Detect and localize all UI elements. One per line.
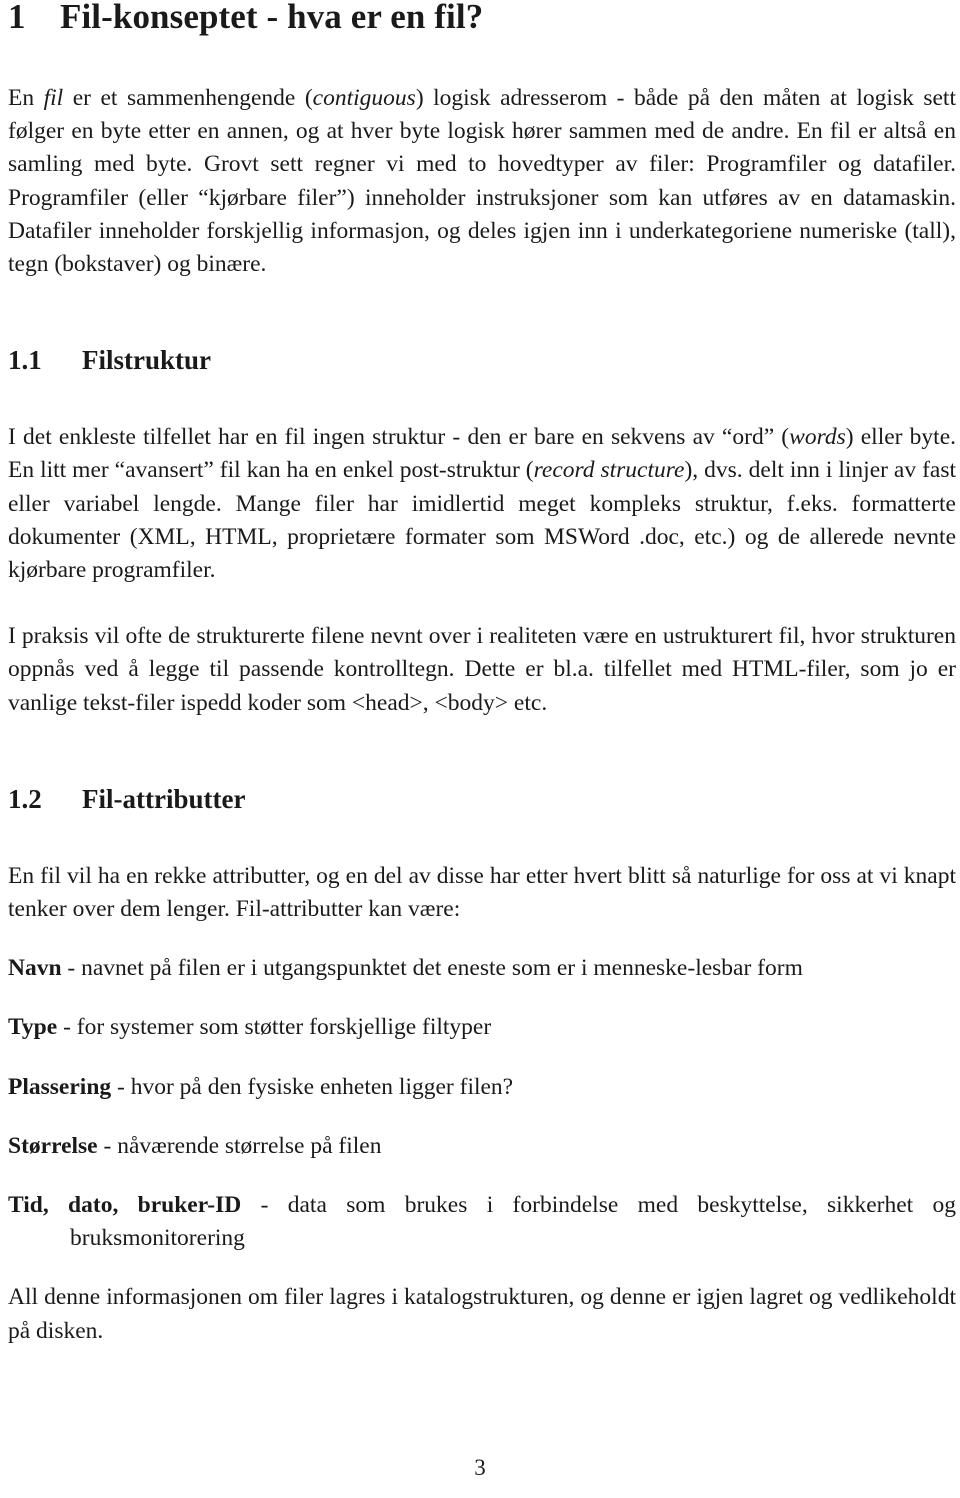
intro-italic-contiguous: contiguous bbox=[312, 85, 416, 111]
definition-description: navnet på filen er i utgangspunktet det … bbox=[81, 955, 803, 982]
subsection-heading-text: Filstruktur bbox=[82, 345, 212, 376]
definition-separator: - bbox=[241, 1192, 288, 1219]
definition-term: Navn bbox=[8, 955, 62, 982]
subsection-number: 1.1 bbox=[8, 345, 42, 376]
intro-paragraph: En fil er et sammenhengende (contiguous)… bbox=[8, 82, 956, 281]
intro-part-1: En bbox=[8, 85, 44, 111]
section-heading-text: Fil-konseptet - hva er en fil? bbox=[60, 0, 484, 36]
definition-item: Type - for systemer som støtter forskjel… bbox=[8, 1011, 956, 1044]
definition-separator: - bbox=[57, 1014, 77, 1041]
definition-description: hvor på den fysiske enheten ligger filen… bbox=[130, 1073, 514, 1100]
attribute-definition-list: Navn - navnet på filen er i utgangspunkt… bbox=[8, 952, 956, 1255]
p1-italic-words: words bbox=[789, 424, 846, 451]
intro-italic-fil: fil bbox=[43, 85, 64, 111]
definition-term: Størrelse bbox=[8, 1132, 98, 1159]
definition-term: Type bbox=[8, 1014, 58, 1041]
subsection-heading-1-2: 1.2 Fil-attributter bbox=[8, 782, 956, 816]
subsection-number: 1.2 bbox=[8, 783, 42, 814]
section-number: 1 bbox=[8, 0, 26, 36]
definition-separator: - bbox=[61, 955, 82, 982]
definition-description: for systemer som støtter forskjellige fi… bbox=[76, 1014, 492, 1041]
page-number: 3 bbox=[474, 1455, 486, 1480]
page-content: 1 Fil-konseptet - hva er en fil? En fil e… bbox=[8, 0, 956, 1348]
definition-term: Plassering bbox=[8, 1073, 112, 1100]
intro-part-2: er et sammenhengende ( bbox=[63, 85, 313, 111]
definition-item: Størrelse - nåværende størrelse på filen bbox=[8, 1130, 956, 1163]
subsection-heading-1-1: 1.1 Filstruktur bbox=[8, 343, 956, 377]
subsection-1-1-paragraph-2: I praksis vil ofte de strukturerte filen… bbox=[8, 623, 956, 716]
subsection-heading-text: Fil-attributter bbox=[82, 783, 246, 814]
definition-term: Tid, dato, bruker-ID bbox=[8, 1192, 242, 1219]
definition-item: Tid, dato, bruker-ID - data som brukes i… bbox=[8, 1189, 956, 1255]
definition-description: nåværende størrelse på filen bbox=[117, 1132, 382, 1159]
definition-item: Plassering - hvor på den fysiske enheten… bbox=[8, 1071, 956, 1104]
definition-item: Navn - navnet på filen er i utgangspunkt… bbox=[8, 952, 956, 985]
document-page: 1 Fil-konseptet - hva er en fil? En fil e… bbox=[0, 0, 960, 1498]
section-heading: 1 Fil-konseptet - hva er en fil? bbox=[8, 0, 956, 38]
intro-part-3: ) logisk adresserom - både på den måten … bbox=[8, 85, 956, 278]
definition-separator: - bbox=[111, 1073, 131, 1100]
p1-italic-record-structure: record structure bbox=[533, 457, 685, 484]
closing-paragraph: All denne informasjonen om filer lagres … bbox=[8, 1284, 956, 1344]
subsection-1-2-intro: En fil vil ha en rekke attributter, og e… bbox=[8, 862, 956, 923]
definition-separator: - bbox=[97, 1132, 118, 1159]
subsection-1-1-paragraph-1: I det enkleste tilfellet har en fil inge… bbox=[8, 421, 956, 587]
p1-part-1: I det enkleste tilfellet har en fil inge… bbox=[8, 424, 790, 451]
